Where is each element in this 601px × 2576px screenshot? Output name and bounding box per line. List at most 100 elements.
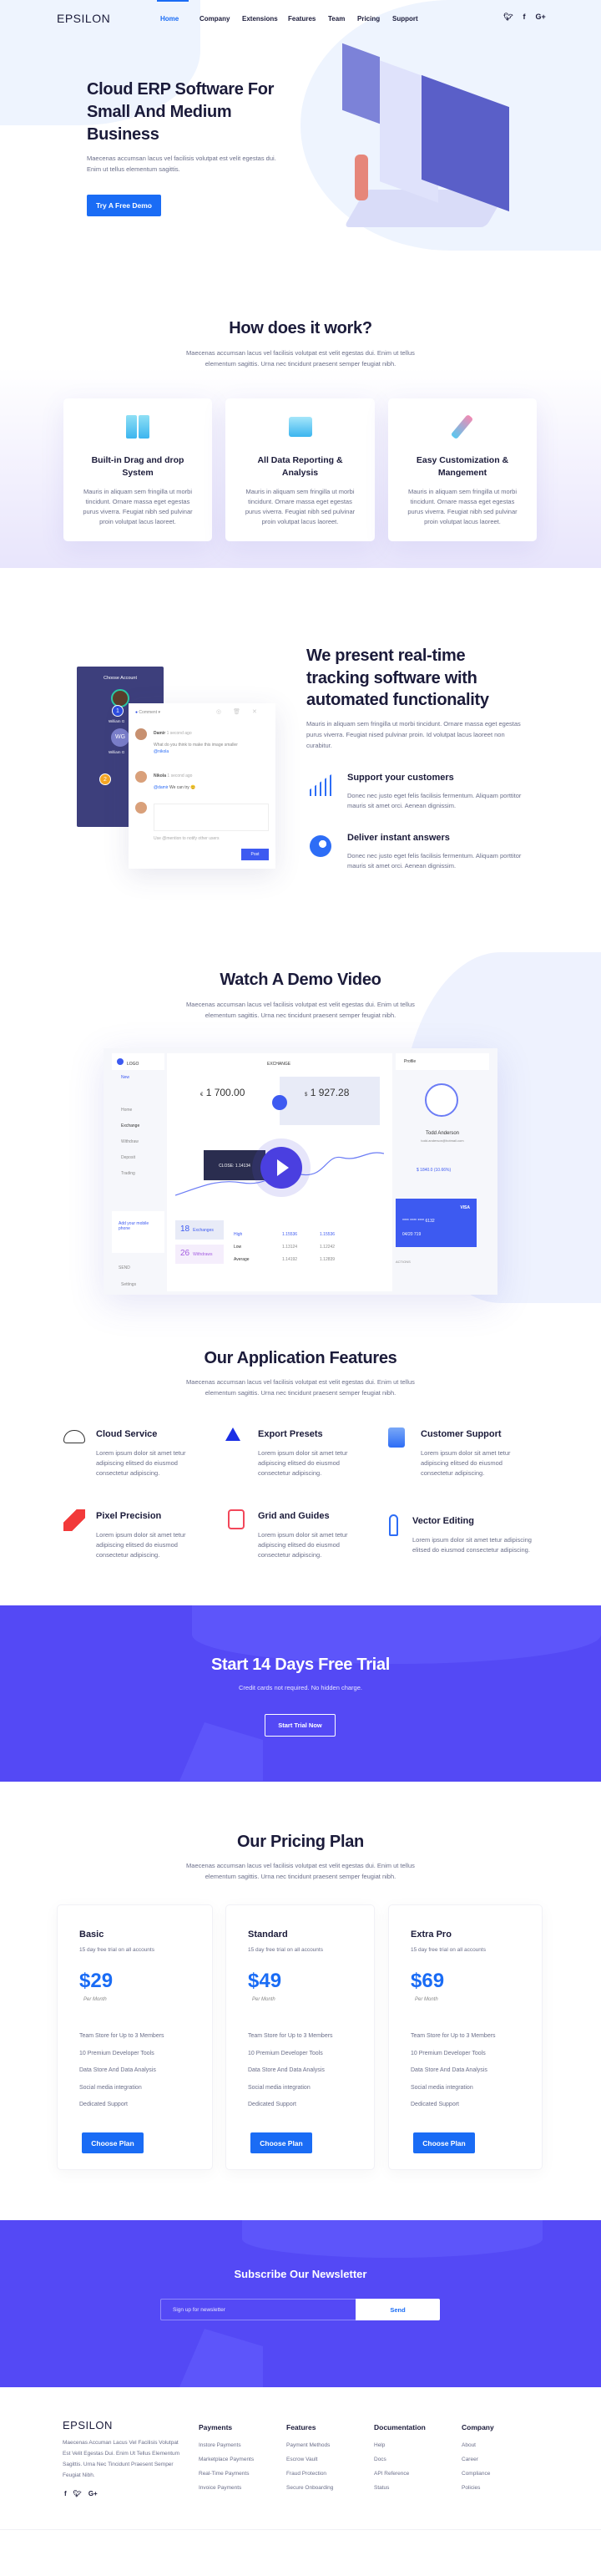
logo[interactable]: EPSILON <box>57 12 110 25</box>
nav-features[interactable]: Features <box>288 15 328 23</box>
play-button[interactable] <box>260 1147 302 1189</box>
dash-menu-item[interactable]: Home <box>121 1103 139 1118</box>
plan-features: Team Store for Up to 3 Members 10 Premium… <box>79 2033 164 2107</box>
feature-title: Pixel Precision <box>96 1511 162 1521</box>
dash-send[interactable]: SEND <box>119 1265 130 1270</box>
footer-link[interactable]: Payment Methods <box>286 2442 333 2457</box>
dash-menu-item[interactable]: Withdraw <box>121 1134 139 1150</box>
step-badge: 1 <box>112 705 124 717</box>
try-demo-button[interactable]: Try A Free Demo <box>87 195 161 216</box>
feature-text: Lorem ipsum dolor sit amet tetur adipisc… <box>258 1449 348 1477</box>
footer-logo[interactable]: EPSILON <box>63 2419 113 2431</box>
table-row: Low 1.13124 1.12242 <box>234 1245 336 1250</box>
chart-growth-icon <box>310 774 331 796</box>
tracking-item-title: Deliver instant answers <box>347 833 450 843</box>
choose-plan-button[interactable]: Choose Plan <box>250 2132 312 2153</box>
nav-company[interactable]: Company <box>199 15 242 23</box>
pricing-card-basic: Basic 15 day free trial on all accounts $… <box>57 1904 213 2170</box>
table-row: Average 1.14192 1.12839 <box>234 1257 336 1262</box>
footer-col-documentation: Documentation Help Docs API Reference Status <box>374 2423 426 2499</box>
nav-extensions[interactable]: Extensions <box>242 15 288 23</box>
demo-title: Watch A Demo Video <box>220 971 381 989</box>
facebook-icon[interactable]: f <box>64 2490 67 2497</box>
footer-link[interactable]: Invoice Payments <box>199 2485 254 2499</box>
footer-link[interactable]: About <box>462 2442 494 2457</box>
footer-link[interactable]: Compliance <box>462 2471 494 2485</box>
nav-active-indicator <box>157 0 189 2</box>
comment-dropdown[interactable]: ● Comment ▾ <box>135 710 160 715</box>
visa-card: VISA **** **** **** 6132 04/20 719 <box>396 1199 477 1247</box>
dash-menu-item[interactable]: Exchange <box>121 1118 139 1134</box>
feature-title: Grid and Guides <box>258 1511 330 1521</box>
google-plus-icon[interactable]: G+ <box>88 2490 98 2497</box>
feature-text: Lorem ipsum dolor sit amet tetur adipisc… <box>96 1449 186 1477</box>
tracking-item-text: Donec nec justo eget felis facilisis fer… <box>347 852 522 870</box>
start-trial-button[interactable]: Start Trial Now <box>265 1714 336 1737</box>
volume: $ 1840.0 (10.66%) <box>417 1168 452 1173</box>
footer-link[interactable]: Secure Onboarding <box>286 2485 333 2499</box>
tracking-title: We present real-time tracking software w… <box>306 647 489 709</box>
comment-time: 1 second ago <box>166 731 192 736</box>
footer-link[interactable]: Help <box>374 2442 426 2457</box>
comment-input[interactable] <box>154 804 269 831</box>
feature-text: Lorem ipsum dolor sit amet tetur adipisc… <box>258 1531 348 1559</box>
new-button[interactable]: New <box>121 1075 129 1080</box>
plan-sub: 15 day free trial on all accounts <box>79 1947 154 1953</box>
avatar <box>135 771 147 783</box>
cloud-check-icon <box>63 1430 85 1443</box>
nav-support[interactable]: Support <box>392 15 418 23</box>
plan-features: Team Store for Up to 3 Members 10 Premium… <box>411 2033 496 2107</box>
newsletter-email-input[interactable] <box>160 2299 356 2320</box>
plan-sub: 15 day free trial on all accounts <box>248 1947 323 1953</box>
feature-title: Vector Editing <box>412 1516 474 1526</box>
footer-link[interactable]: Policies <box>462 2485 494 2499</box>
twitter-icon[interactable]: 🐦︎ <box>73 2490 82 2497</box>
plan-price: $69 <box>411 1970 445 1992</box>
nav-home[interactable]: Home <box>160 15 199 23</box>
choose-account-label: Choose Account <box>103 676 138 681</box>
play-icon <box>277 1159 289 1176</box>
footer-link[interactable]: Fraud Protection <box>286 2471 333 2485</box>
plan-name: Basic <box>79 1929 104 1940</box>
social-links: 🐦︎ f G+ <box>503 13 546 22</box>
choose-plan-button[interactable]: Choose Plan <box>413 2132 475 2153</box>
feature-title: Export Presets <box>258 1429 323 1439</box>
post-button[interactable]: Post <box>241 849 269 860</box>
dash-menu-item[interactable]: Deposit <box>121 1150 139 1166</box>
footer-link[interactable]: Escrow Vault <box>286 2457 333 2471</box>
nav-team[interactable]: Team <box>328 15 357 23</box>
swap-icon[interactable] <box>272 1095 287 1110</box>
twitter-icon[interactable]: 🐦︎ <box>503 13 513 22</box>
plan-period: Per Month <box>83 1997 107 2002</box>
tracking-item-title: Support your customers <box>347 773 454 783</box>
footer-link[interactable]: Career <box>462 2457 494 2471</box>
footer-link[interactable]: Docs <box>374 2457 426 2471</box>
plan-period: Per Month <box>415 1997 438 2002</box>
dash-menu-item[interactable]: Trading <box>121 1166 139 1182</box>
comment-author: Nikola <box>154 773 167 778</box>
avatar <box>135 802 147 814</box>
how-card: Built-in Drag and drop System Mauris in … <box>63 398 212 541</box>
choose-plan-button[interactable]: Choose Plan <box>82 2132 144 2153</box>
comment-hint: Use @mention to notify other users <box>154 836 220 841</box>
footer-link[interactable]: Instore Payments <box>199 2442 254 2457</box>
tracking-item: Deliver instant answers Donec nec justo … <box>347 833 529 871</box>
server-icon <box>126 415 149 439</box>
pen-nib-icon <box>389 1514 398 1536</box>
footer-link[interactable]: Marketplace Payments <box>199 2457 254 2471</box>
google-plus-icon[interactable]: G+ <box>535 13 545 22</box>
footer-link[interactable]: API Reference <box>374 2471 426 2485</box>
plan-sub: 15 day free trial on all accounts <box>411 1947 486 1953</box>
newsletter-send-button[interactable]: Send <box>356 2299 440 2320</box>
add-phone-card: Add your mobile phone <box>112 1211 164 1253</box>
footer-link[interactable]: Real-Time Payments <box>199 2471 254 2485</box>
dash-settings[interactable]: Settings <box>121 1282 136 1287</box>
cards-icon <box>228 1509 245 1529</box>
nav-pricing[interactable]: Pricing <box>357 15 392 23</box>
facebook-icon[interactable]: f <box>523 13 525 22</box>
feature-item: Grid and Guides Lorem ipsum dolor sit ame… <box>258 1511 354 1560</box>
footer-col-company: Company About Career Compliance Policies <box>462 2423 494 2499</box>
avatar-initials: WG <box>111 728 129 747</box>
plan-features: Team Store for Up to 3 Members 10 Premium… <box>248 2033 333 2107</box>
footer-link[interactable]: Status <box>374 2485 426 2499</box>
